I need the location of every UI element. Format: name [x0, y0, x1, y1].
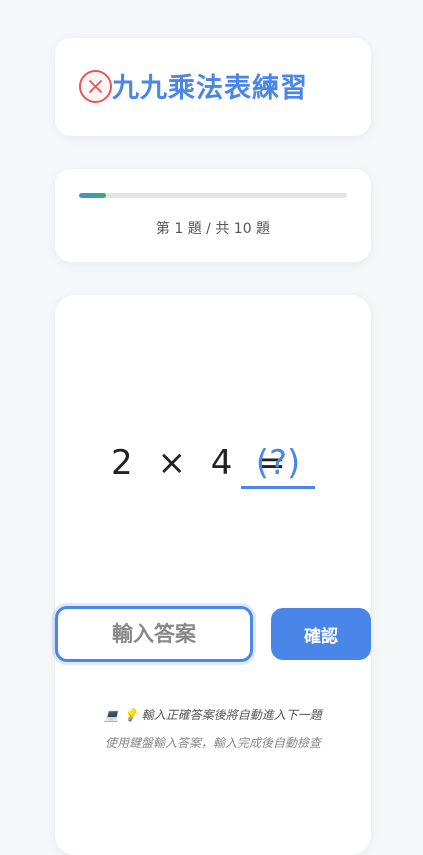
progress-text: 第 1 題 / 共 10 題 — [155, 221, 271, 237]
progress-bar — [79, 193, 347, 198]
answer-input[interactable] — [55, 606, 253, 662]
operand-b: 4 — [210, 443, 233, 483]
question-card: 2 × 4 = (?) 確認 💻 💡 輸入正確答案後將自動進入下一題 使用鍵盤輸… — [55, 295, 371, 855]
progress-bar-fill — [79, 193, 106, 198]
hint-keyboard: 使用鍵盤輸入答案，輸入完成後自動檢查 — [104, 736, 321, 750]
page-title: 九九乘法表練習 — [112, 73, 308, 104]
header-card: 九九乘法表練習 — [55, 38, 371, 136]
operator: × — [157, 443, 186, 483]
close-icon[interactable] — [79, 70, 112, 103]
answer-slot: (?) — [241, 440, 315, 489]
progress-card: 第 1 題 / 共 10 題 — [55, 169, 371, 262]
confirm-button[interactable]: 確認 — [271, 608, 371, 660]
hint-auto-next: 💻 💡 輸入正確答案後將自動進入下一題 — [104, 708, 322, 722]
operand-a: 2 — [111, 443, 133, 483]
